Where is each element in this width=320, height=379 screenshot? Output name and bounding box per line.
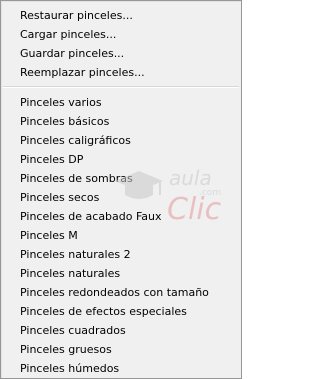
menu-item-pinceles-naturales[interactable]: Pinceles naturales	[1, 264, 241, 283]
menu-item-pinceles-de-sombras[interactable]: Pinceles de sombras	[1, 169, 241, 188]
menu-item-reemplazar-pinceles[interactable]: Reemplazar pinceles...	[1, 63, 241, 82]
menu-item-pinceles-de-acabado-faux[interactable]: Pinceles de acabado Faux	[1, 207, 241, 226]
menu-separator	[3, 86, 239, 88]
menu-item-pinceles-cuadrados[interactable]: Pinceles cuadrados	[1, 321, 241, 340]
menu-item-pinceles-m[interactable]: Pinceles M	[1, 226, 241, 245]
menu-item-pinceles-de-efectos-especiales[interactable]: Pinceles de efectos especiales	[1, 302, 241, 321]
menu-item-pinceles-varios[interactable]: Pinceles varios	[1, 93, 241, 112]
menu-item-pinceles-naturales-2[interactable]: Pinceles naturales 2	[1, 245, 241, 264]
menu-item-pinceles-gruesos[interactable]: Pinceles gruesos	[1, 340, 241, 359]
menu-group-brush-sets: Pinceles varios Pinceles básicos Pincele…	[1, 93, 241, 378]
menu-item-pinceles-secos[interactable]: Pinceles secos	[1, 188, 241, 207]
menu-item-restaurar-pinceles[interactable]: Restaurar pinceles...	[1, 6, 241, 25]
menu-item-pinceles-redondeados-con-tamano[interactable]: Pinceles redondeados con tamaño	[1, 283, 241, 302]
menu-list: Restaurar pinceles... Cargar pinceles...…	[1, 1, 241, 378]
menu-item-cargar-pinceles[interactable]: Cargar pinceles...	[1, 25, 241, 44]
menu-group-actions: Restaurar pinceles... Cargar pinceles...…	[1, 1, 241, 82]
menu-item-pinceles-dp[interactable]: Pinceles DP	[1, 150, 241, 169]
menu-item-pinceles-humedos[interactable]: Pinceles húmedos	[1, 359, 241, 378]
brush-context-menu: Restaurar pinceles... Cargar pinceles...…	[0, 0, 242, 379]
menu-item-pinceles-caligraficos[interactable]: Pinceles caligráficos	[1, 131, 241, 150]
menu-item-guardar-pinceles[interactable]: Guardar pinceles...	[1, 44, 241, 63]
menu-item-pinceles-basicos[interactable]: Pinceles básicos	[1, 112, 241, 131]
